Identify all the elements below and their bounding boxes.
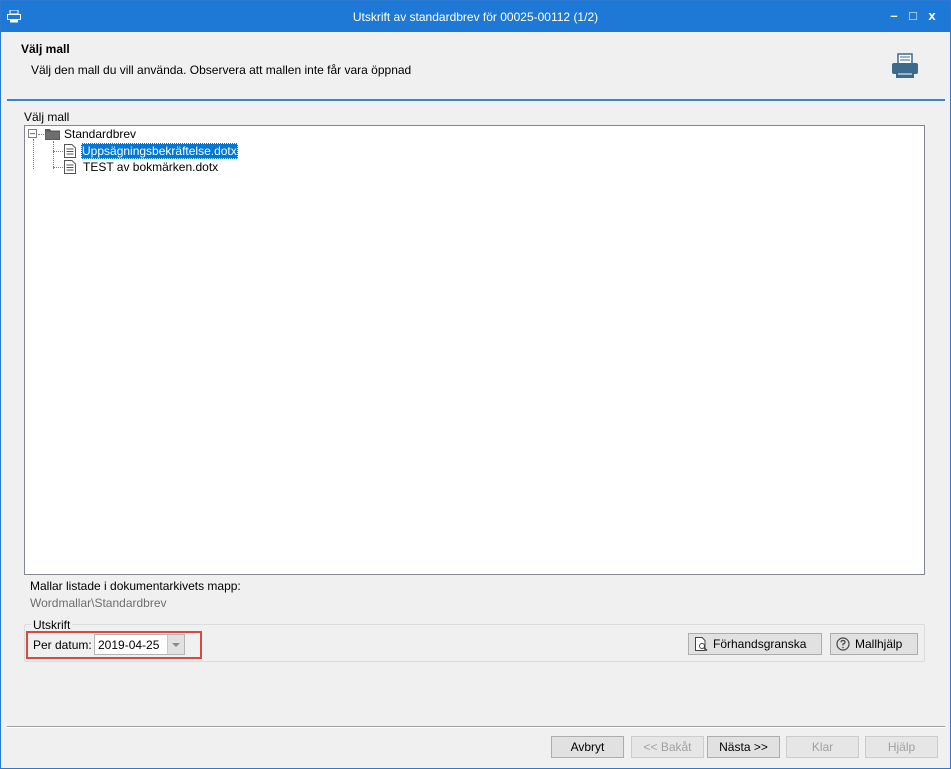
help-button[interactable]: Hjälp xyxy=(865,736,938,758)
wizard-header: Välj mall Välj den mall du vill använda.… xyxy=(1,32,950,100)
folder-info-label: Mallar listade i dokumentarkivets mapp: xyxy=(30,579,241,593)
minimize-button[interactable]: – xyxy=(887,9,901,23)
tree-node-uppsagningsbekraftelse[interactable]: Uppsägningsbekräftelse.dotx xyxy=(63,143,263,159)
template-tree[interactable]: – Standardbrev Uppsägningsbekräftelse.do… xyxy=(24,125,925,575)
date-value: 2019-04-25 xyxy=(98,638,160,652)
document-icon xyxy=(64,144,76,158)
finish-button[interactable]: Klar xyxy=(786,736,859,758)
maximize-icon: □ xyxy=(909,8,917,23)
dialog-window: Utskrift av standardbrev för 00025-00112… xyxy=(0,0,951,769)
preview-button-label: Förhandsgranska xyxy=(713,637,807,651)
template-group-label: Välj mall xyxy=(24,110,70,124)
page-description: Välj den mall du vill använda. Observera… xyxy=(31,63,412,77)
cancel-button[interactable]: Avbryt xyxy=(551,736,624,758)
minimize-icon: – xyxy=(890,8,898,23)
close-icon: x xyxy=(928,8,936,23)
header-divider xyxy=(7,99,945,101)
title-bar[interactable]: Utskrift av standardbrev för 00025-00112… xyxy=(1,1,950,32)
template-help-button-label: Mallhjälp xyxy=(855,637,903,651)
tree-connector xyxy=(53,141,54,169)
tree-node-label: Standardbrev xyxy=(64,127,137,141)
print-groupbox-legend: Utskrift xyxy=(31,618,73,632)
tree-connector xyxy=(33,139,34,169)
help-icon xyxy=(836,637,850,651)
preview-icon xyxy=(695,637,708,651)
preview-button[interactable]: Förhandsgranska xyxy=(688,633,822,655)
back-button[interactable]: << Bakåt xyxy=(631,736,704,758)
footer-divider-highlight xyxy=(7,727,945,728)
template-help-button[interactable]: Mallhjälp xyxy=(830,633,918,655)
printer-icon xyxy=(892,53,918,78)
maximize-button[interactable]: □ xyxy=(906,9,920,23)
page-title: Välj mall xyxy=(21,42,70,56)
chevron-down-icon[interactable] xyxy=(167,635,184,654)
folder-icon xyxy=(45,129,60,140)
tree-node-standardbrev[interactable]: – Standardbrev xyxy=(25,126,225,142)
window-title: Utskrift av standardbrev för 00025-00112… xyxy=(352,10,599,24)
date-label: Per datum: xyxy=(33,638,92,652)
tree-node-label: TEST av bokmärken.dotx xyxy=(83,160,219,174)
folder-path: Wordmallar\Standardbrev xyxy=(30,596,167,610)
date-picker[interactable]: 2019-04-25 xyxy=(94,634,185,655)
tree-node-label: Uppsägningsbekräftelse.dotx xyxy=(81,143,238,159)
tree-connector xyxy=(53,167,63,168)
close-button[interactable]: x xyxy=(925,9,939,23)
next-button[interactable]: Nästa >> xyxy=(707,736,780,758)
document-icon xyxy=(64,160,76,174)
collapse-icon[interactable]: – xyxy=(28,129,37,138)
tree-connector xyxy=(53,151,63,152)
tree-node-test-bokmarken[interactable]: TEST av bokmärken.dotx xyxy=(63,159,263,175)
